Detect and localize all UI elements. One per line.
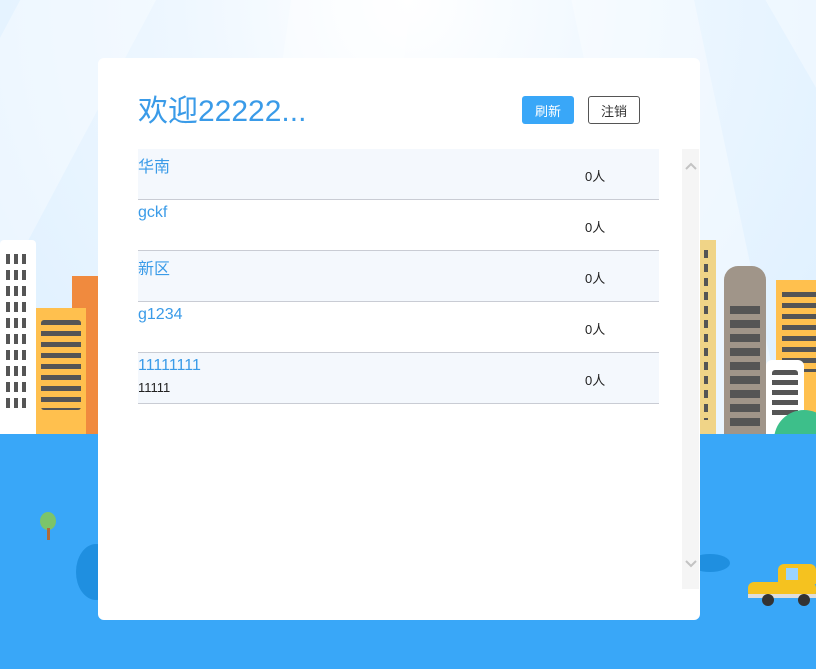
room-player-count: 0人 [585,220,606,235]
room-player-count: 0人 [585,322,606,337]
room-name[interactable]: 新区 [138,255,170,279]
list-item[interactable]: 华南 0人 [138,149,659,200]
room-player-count: 0人 [585,271,606,286]
building-illustration [724,266,766,434]
logout-button[interactable]: 注销 [588,96,640,124]
building-illustration [700,240,716,434]
chevron-down-icon[interactable] [682,559,699,572]
room-name[interactable]: 华南 [138,153,170,177]
list-item[interactable]: gckf 0人 [138,200,659,251]
room-subtitle: 11111 [138,380,171,395]
building-illustration [0,240,36,434]
chevron-up-icon[interactable] [682,161,699,174]
list-item[interactable]: 11111111 11111 0人 [138,353,659,404]
room-player-count: 0人 [585,373,606,388]
room-list: 华南 0人 gckf 0人 新区 0人 g1234 0人 11111111 11… [138,149,659,589]
page-title: 欢迎22222... [138,95,307,128]
taxi-illustration [748,564,816,606]
list-item[interactable]: 新区 0人 [138,251,659,302]
building-illustration [36,308,86,434]
room-name[interactable]: 11111111 [138,357,201,375]
tree-trunk [47,528,50,540]
room-player-count: 0人 [585,169,606,184]
refresh-button[interactable]: 刷新 [522,96,574,124]
list-item[interactable]: g1234 0人 [138,302,659,353]
vertical-scrollbar[interactable] [682,149,699,589]
room-list-panel: 欢迎22222... 刷新 注销 华南 0人 gckf 0人 新区 0人 g12… [98,58,700,620]
room-name[interactable]: gckf [138,204,167,222]
room-name[interactable]: g1234 [138,306,183,324]
